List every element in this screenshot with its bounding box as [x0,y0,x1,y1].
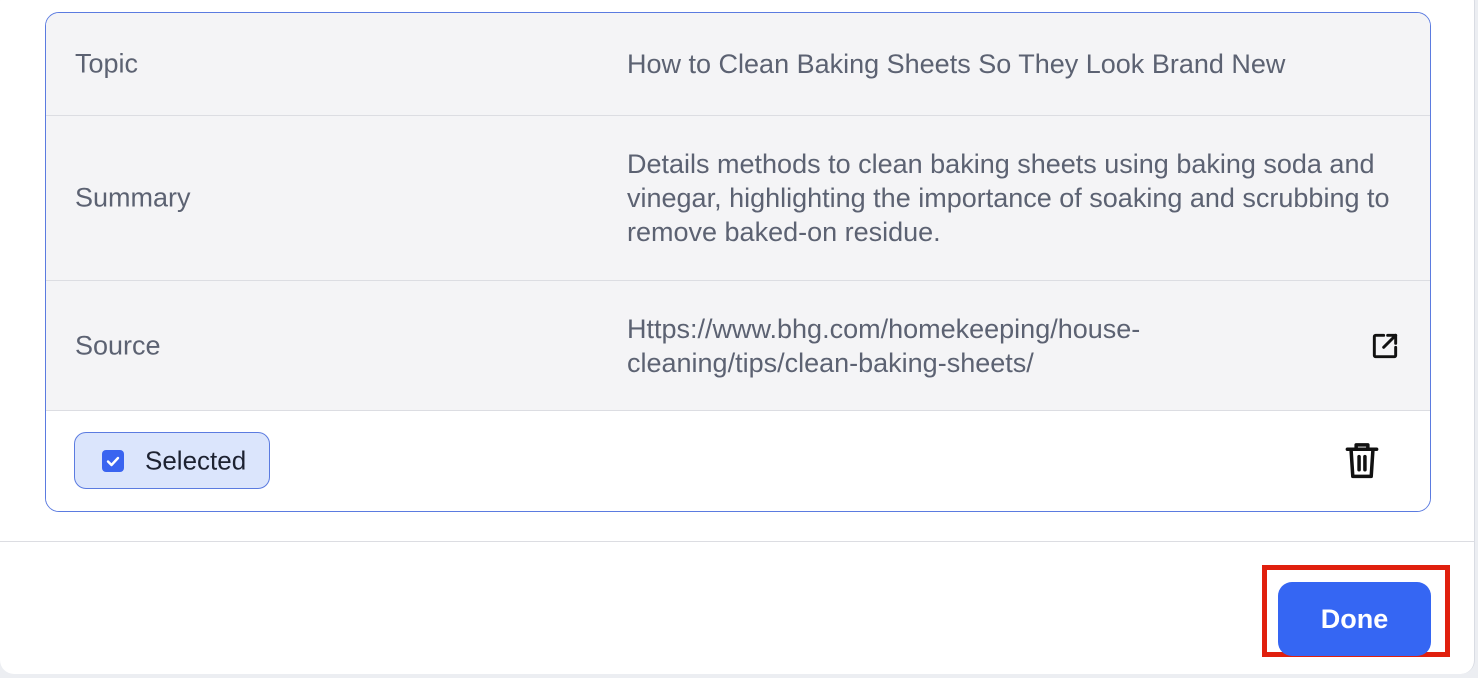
source-label: Source [75,330,161,360]
external-link-icon[interactable] [1369,330,1401,362]
summary-row: Summary Details methods to clean baking … [46,116,1430,281]
summary-value: Details methods to clean baking sheets u… [627,149,1390,247]
selected-toggle[interactable]: Selected [74,432,270,489]
source-url[interactable]: Https://www.bhg.com/homekeeping/house-cl… [627,312,1267,380]
checkmark-icon [106,456,120,467]
summary-label: Summary [75,182,191,213]
result-card: Topic How to Clean Baking Sheets So They… [45,12,1431,512]
card-actions: Selected [46,411,1430,511]
selected-label: Selected [145,445,247,475]
source-row: Source Https://www.bhg.com/homekeeping/h… [46,281,1430,411]
checkbox[interactable] [102,450,124,472]
topic-value: How to Clean Baking Sheets So They Look … [627,49,1286,79]
dialog: Topic How to Clean Baking Sheets So They… [0,0,1475,674]
topic-label: Topic [75,48,139,79]
topic-row: Topic How to Clean Baking Sheets So They… [46,13,1430,116]
footer-divider [0,541,1474,542]
trash-icon[interactable] [1344,442,1380,480]
done-button[interactable]: Done [1278,582,1431,656]
